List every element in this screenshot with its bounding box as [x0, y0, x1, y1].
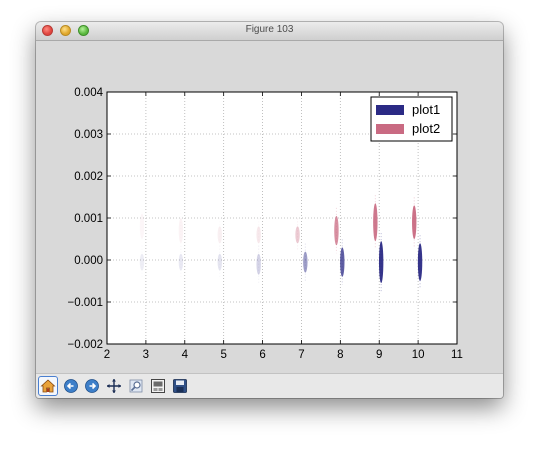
legend-swatch-plot2	[376, 124, 404, 134]
point-plot2-x3.9	[178, 218, 184, 244]
x-tick-label: 7	[298, 349, 304, 361]
zoom-button[interactable]	[126, 376, 146, 396]
move-arrows-icon	[107, 379, 121, 393]
point-plot1-x9.05	[378, 241, 384, 284]
back-button[interactable]	[61, 376, 81, 396]
title-bar[interactable]: Figure 103	[36, 22, 503, 41]
subplots-icon	[151, 379, 165, 393]
y-tick-label: 0.003	[74, 129, 103, 141]
back-arrow-icon	[64, 379, 78, 393]
forward-button[interactable]	[82, 376, 102, 396]
y-tick-label: 0.001	[74, 213, 103, 225]
x-tick-label: 10	[412, 349, 425, 361]
save-button[interactable]	[170, 376, 190, 396]
y-tick-label: 0.004	[74, 87, 103, 99]
x-tick-label: 5	[220, 349, 226, 361]
scatter-chart: 2 3 4 5 6 7 8 9 10 11 0.004 0.003 0.002 0.001 0.000 −0…	[68, 87, 463, 361]
figure-window: Figure 103 2 3 4 5 6 7 8 9 10 11 0.004 0.003 0.002 0…	[36, 22, 503, 398]
floppy-disk-icon	[173, 379, 187, 393]
window-title: Figure 103	[245, 24, 294, 35]
x-tick-label: 4	[182, 349, 189, 361]
point-plot1-x10.05	[417, 243, 423, 281]
x-tick-label: 9	[376, 349, 382, 361]
y-tick-label: −0.001	[68, 297, 104, 309]
x-tick-labels: 2 3 4 5 6 7 8 9 10 11	[104, 349, 463, 361]
x-tick-label: 11	[451, 349, 463, 361]
point-plot2-x5.9	[256, 226, 261, 244]
y-tick-label: 0.002	[74, 171, 103, 183]
pan-button[interactable]	[104, 376, 124, 396]
point-plot1-x3.9	[178, 253, 184, 271]
point-plot1-x2.9	[139, 253, 145, 271]
y-tick-labels: 0.004 0.003 0.002 0.001 0.000 −0.001 −0.002	[68, 87, 104, 351]
configure-subplots-button[interactable]	[148, 376, 168, 396]
legend-label-plot2: plot2	[412, 121, 440, 136]
legend-label-plot1: plot1	[412, 102, 440, 117]
point-plot2-x2.9	[139, 213, 145, 239]
x-tick-label: 8	[337, 349, 343, 361]
home-icon	[40, 379, 56, 393]
point-plot2-x6.9	[295, 226, 300, 244]
y-tick-label: 0.000	[74, 255, 103, 267]
point-plot2-x8.9	[373, 203, 378, 242]
home-button[interactable]	[38, 376, 58, 396]
navigation-toolbar	[36, 373, 503, 398]
x-tick-label: 3	[143, 349, 149, 361]
point-plot1-x4.9	[217, 253, 222, 271]
forward-arrow-icon	[85, 379, 99, 393]
zoom-icon	[129, 379, 143, 393]
x-tick-label: 6	[259, 349, 265, 361]
x-tick-label: 2	[104, 349, 110, 361]
point-plot2-x4.9	[217, 226, 222, 244]
y-tick-label: −0.002	[68, 339, 104, 351]
legend-swatch-plot1	[376, 105, 404, 115]
figure-canvas[interactable]: 2 3 4 5 6 7 8 9 10 11 0.004 0.003 0.002 0.001 0.000 −0…	[36, 41, 503, 372]
legend: plot1 plot2	[370, 96, 453, 142]
